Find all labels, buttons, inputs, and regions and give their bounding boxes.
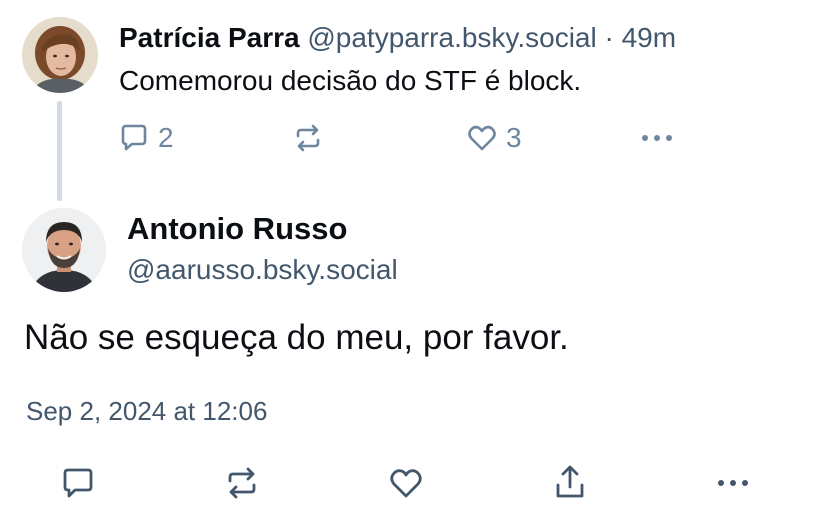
parent-post-text: Comemorou decisão do STF é block.	[119, 65, 582, 96]
parent-more-button[interactable]	[640, 122, 674, 154]
heart-icon	[468, 125, 496, 151]
main-author-name[interactable]: Antonio Russo	[127, 211, 347, 247]
main-like-button[interactable]	[388, 465, 424, 501]
parent-author-avatar[interactable]	[22, 17, 98, 93]
main-post: Antonio Russo @aarusso.bsky.social Não s…	[0, 200, 818, 523]
avatar-photo-icon	[22, 17, 98, 93]
more-icon	[718, 480, 748, 486]
header-separator: ·	[604, 22, 614, 53]
reply-icon	[121, 124, 147, 151]
parent-reply-count: 2	[158, 122, 174, 153]
parent-repost-button[interactable]	[292, 122, 324, 154]
reply-icon	[63, 468, 93, 498]
main-repost-button[interactable]	[224, 465, 260, 501]
main-reply-button[interactable]	[60, 465, 96, 501]
avatar-photo-icon	[22, 208, 106, 292]
repost-icon	[228, 467, 256, 499]
parent-reply-button[interactable]: 2	[118, 122, 174, 154]
parent-post-actions: 2 3	[0, 118, 818, 158]
main-share-button[interactable]	[552, 463, 588, 501]
parent-post-header: Patrícia Parra @patyparra.bsky.social · …	[119, 22, 676, 54]
parent-post-time[interactable]: 49m	[622, 22, 676, 53]
parent-like-button[interactable]: 3	[466, 122, 522, 154]
main-author-avatar[interactable]	[22, 208, 106, 292]
main-author-handle[interactable]: @aarusso.bsky.social	[127, 253, 398, 287]
parent-post[interactable]: Patrícia Parra @patyparra.bsky.social · …	[0, 0, 818, 201]
heart-icon	[390, 469, 422, 498]
share-icon	[556, 465, 584, 498]
parent-author-handle[interactable]: @patyparra.bsky.social	[307, 22, 596, 53]
main-post-actions	[0, 462, 818, 506]
parent-author-name[interactable]: Patrícia Parra	[119, 22, 300, 53]
main-post-timestamp: Sep 2, 2024 at 12:06	[26, 396, 268, 426]
main-more-button[interactable]	[716, 467, 750, 499]
parent-like-count: 3	[506, 122, 522, 153]
more-icon	[642, 135, 672, 141]
repost-icon	[296, 124, 320, 152]
main-post-text: Não se esqueça do meu, por favor.	[24, 318, 569, 357]
